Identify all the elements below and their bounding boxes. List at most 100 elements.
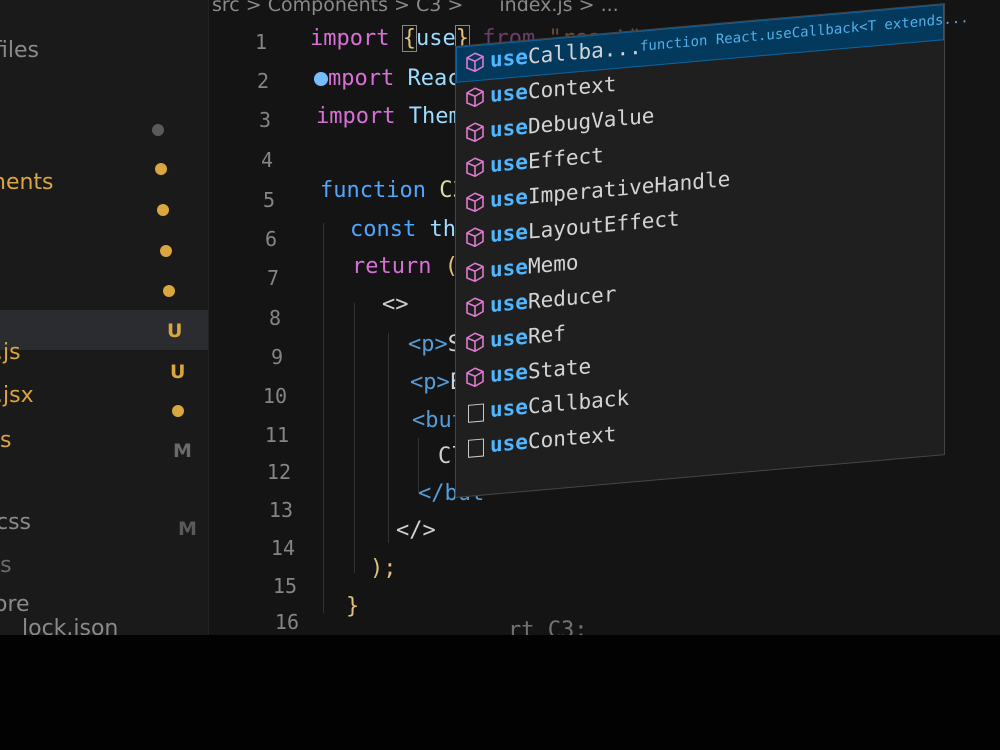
suggestion-label: useMemo [490,250,579,282]
text-square-icon [468,403,484,423]
code-line-14[interactable]: </> [396,518,436,543]
keyword: import [310,26,390,51]
modified-badge: M [178,518,197,540]
breadcrumb-item[interactable]: index.js [499,0,572,16]
jsx-tag: <p> [408,332,448,357]
code-line-7[interactable]: return ( [352,254,458,279]
line-number: 11 [264,423,289,447]
sidebar-item-index-js[interactable]: .js [0,340,21,365]
explorer-sidebar: files nents .js .jsx s css js ore lock.j… [0,0,209,635]
sidebar-item[interactable]: files [0,38,39,63]
code-line-2[interactable]: mport Reac [314,66,460,91]
suggestion-rest: Callback [527,385,630,419]
code-line-16[interactable]: } [346,594,359,619]
method-cube-icon [466,122,484,143]
matched-prefix: use [490,289,528,317]
indent-guide [354,303,355,573]
line-number: 2 [256,69,269,93]
keyword: const [350,217,417,242]
modified-dot [157,204,169,216]
breadcrumb-separator: > [245,0,262,16]
line-number: 6 [264,227,277,251]
matched-prefix: use [490,254,528,282]
untracked-badge: U [167,320,183,342]
matched-prefix: use [490,149,528,177]
editor-screen: files nents .js .jsx s css js ore lock.j… [0,0,1000,635]
keyword: mport [328,66,395,91]
matched-prefix: use [490,394,528,422]
matched-prefix: use [490,429,528,457]
punctuation: ); [370,556,397,581]
code-line-8[interactable]: <> [382,292,409,317]
matched-prefix: use [490,79,528,107]
method-cube-icon [466,262,484,283]
text-square-icon [468,438,484,458]
method-cube-icon [466,332,484,353]
code-line-3[interactable]: import Them [316,104,462,129]
lightbulb-icon[interactable] [314,72,328,86]
line-number: 14 [270,536,295,560]
keyword: return [352,254,432,279]
code-line-15[interactable]: ); [370,556,397,581]
modified-dot [172,405,184,417]
sidebar-item-components[interactable]: nents [0,170,54,195]
suggestion-label: useState [490,354,591,387]
modified-dot [155,163,167,175]
method-cube-icon [466,52,484,73]
monitor-bezel [0,635,1000,750]
code-line-5[interactable]: function C3 [320,178,466,203]
line-number: 15 [272,574,297,598]
suggestion-rest: Context [527,421,617,454]
line-number: 12 [266,460,291,484]
breadcrumb-item[interactable]: ... [601,0,619,16]
method-cube-icon [466,367,484,388]
suggestion-rest: Context [527,71,617,104]
sidebar-item-jsx[interactable]: .jsx [0,383,34,408]
autocomplete-popup[interactable]: function React.useCallback<T extends... … [455,3,969,499]
line-number: 16 [274,610,299,634]
sidebar-item-package-lock[interactable]: lock.json [22,616,118,635]
sidebar-item-gitignore[interactable]: ore [0,592,30,617]
suggestion-rest: Memo [527,250,579,279]
breadcrumb-separator: > [578,0,595,16]
matched-prefix: use [490,219,528,247]
sidebar-item[interactable]: s [0,428,11,453]
method-cube-icon [466,227,484,248]
breadcrumb-item[interactable]: C3 [416,0,441,16]
code-line-17[interactable]: rt C3; [508,618,587,635]
line-number: 3 [258,108,271,132]
line-number: 4 [260,148,273,172]
line-number: 5 [262,188,275,212]
sidebar-item-css[interactable]: css [0,510,31,535]
modified-badge: M [173,440,192,462]
jsx-fragment: <> [382,292,409,317]
breadcrumb-item[interactable]: Components [268,0,388,16]
breadcrumb-item[interactable]: src [212,0,240,16]
breadcrumb-separator: > [447,0,464,16]
matched-prefix: use [490,184,528,212]
line-number: 10 [262,384,287,408]
suggestion-rest: State [527,354,592,384]
identifier: Reac [407,66,461,91]
modified-dot [163,285,175,297]
sidebar-item-js[interactable]: js [0,553,12,578]
identifier: rt C3; [508,618,588,635]
matched-prefix: use [490,114,528,142]
modified-dot [160,245,172,257]
suggestion-rest: Reducer [527,281,617,314]
keyword: import [316,104,396,129]
keyword: function [320,178,426,203]
suggestion-rest: Ref [527,321,566,349]
breadcrumb-separator: > [394,0,410,16]
untracked-badge: U [170,361,186,383]
suggestion-rest: Effect [527,142,604,174]
method-cube-icon [466,297,484,318]
bracket-match: { [401,25,418,52]
identifier: Them [408,104,462,129]
jsx-fragment: </> [396,518,436,543]
line-number: 9 [270,345,283,369]
code-line-6[interactable]: const the [350,217,469,242]
line-number: 13 [268,498,293,522]
jsx-tag: <p> [410,370,450,395]
method-cube-icon [466,87,484,108]
